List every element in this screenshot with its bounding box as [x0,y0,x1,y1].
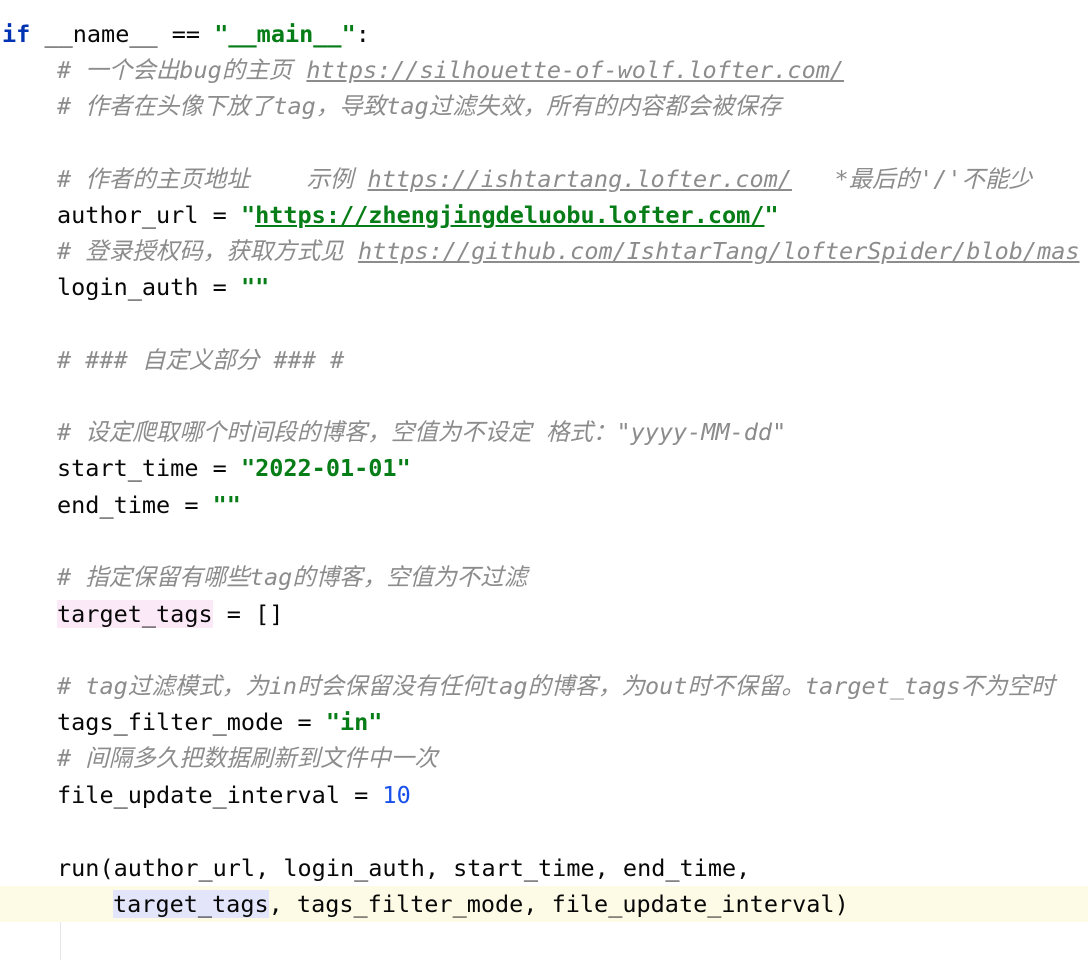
variable-tags-filter-mode: tags_filter_mode [57,708,284,736]
code-line-12[interactable]: # 设定爬取哪个时间段的博客，空值为不设定 格式："yyyy-MM-dd" [0,414,786,450]
operator-assign: = [198,454,241,482]
code-line-19[interactable]: # tag过滤模式，为in时会保留没有任何tag的博客，为out时不保留。tar… [0,668,1055,704]
quote: " [341,20,356,48]
variable-login-auth: login_auth [57,273,199,301]
comment: # 设定爬取哪个时间段的博客，空值为不设定 格式："yyyy-MM-dd" [57,418,787,446]
variable-author-url: author_url [57,201,199,229]
list-value: [] [255,600,284,628]
code-line-14[interactable]: end_time = "" [0,487,241,523]
string-value: "in" [325,708,383,736]
code-editor[interactable]: if __name__ == "__main__": # 一个会出bug的主页 … [0,0,1088,978]
number-value: 10 [382,781,411,809]
code-line-2[interactable]: # 一个会出bug的主页 https://silhouette-of-wolf.… [0,52,844,88]
code-line-25-current[interactable]: target_tags, tags_filter_mode, file_upda… [0,886,1088,922]
run-call: run(author_url, login_auth, start_time, … [57,854,751,882]
code-line-8[interactable]: login_auth = "" [0,269,269,305]
comment: # 登录授权码，获取方式见 [57,237,358,265]
comment-link[interactable]: https://ishtartang.lofter.com/ [368,165,792,193]
comment: # tag过滤模式，为in时会保留没有任何tag的博客，为out时不保留。tar… [57,672,1055,700]
string-value: "" [240,273,270,301]
code-line-22[interactable]: file_update_interval = 10 [0,777,411,813]
quote: " [764,201,779,229]
variable-file-update-interval: file_update_interval [57,781,340,809]
comment-link[interactable]: https://silhouette-of-wolf.lofter.com/ [306,56,844,84]
code-line-7[interactable]: # 登录授权码，获取方式见 https://github.com/IshtarT… [0,233,1080,269]
string-value: "2022-01-01" [240,454,411,482]
variable-end-time: end_time [57,491,171,519]
operator-assign: = [339,781,383,809]
operator-assign: = [283,708,326,736]
comment: # 间隔多久把数据刷新到文件中一次 [57,744,438,772]
comment: # 作者的主页地址 示例 [57,165,368,193]
dunder-name: __name__ [44,20,158,48]
quote: " [214,20,229,48]
code-line-16[interactable]: # 指定保留有哪些tag的博客，空值为不过滤 [0,559,527,595]
colon: : [355,20,370,48]
code-line-3[interactable]: # 作者在头像下放了tag，导致tag过滤失效，所有的内容都会被保存 [0,88,781,124]
comment-link[interactable]: https://github.com/IshtarTang/lofterSpid… [358,237,1080,265]
comment: # 一个会出bug的主页 [57,56,307,84]
operator-eq: == [157,20,215,48]
comment: # ### 自定义部分 ### # [57,346,345,374]
code-line-6[interactable]: author_url = "https://zhengjingdeluobu.l… [0,197,779,233]
comment: # 指定保留有哪些tag的博客，空值为不过滤 [57,563,528,591]
code-line-13[interactable]: start_time = "2022-01-01" [0,450,411,486]
operator-assign: = [198,201,241,229]
string-link[interactable]: https://zhengjingdeluobu.lofter.com/ [255,201,764,229]
operator-assign: = [198,273,241,301]
code-line-24[interactable]: run(author_url, login_auth, start_time, … [0,850,750,886]
run-args: , tags_filter_mode, file_update_interval… [268,890,849,918]
code-line-17[interactable]: target_tags = [] [0,596,283,632]
operator-assign: = [170,491,213,519]
string-main: __main__ [228,20,342,48]
variable-target-tags-ref: target_tags [113,890,269,918]
code-line-10[interactable]: # ### 自定义部分 ### # [0,342,344,378]
code-line-21[interactable]: # 间隔多久把数据刷新到文件中一次 [0,740,438,776]
variable-start-time: start_time [57,454,199,482]
keyword-if: if [2,20,31,48]
string-value: "" [212,491,241,519]
code-line-5[interactable]: # 作者的主页地址 示例 https://ishtartang.lofter.c… [0,161,1032,197]
operator-assign: = [212,600,256,628]
comment-tail: *最后的'/'不能少 [792,165,1033,193]
variable-target-tags: target_tags [57,600,213,628]
code-line-20[interactable]: tags_filter_mode = "in" [0,704,382,740]
quote: " [240,201,256,229]
code-line-1[interactable]: if __name__ == "__main__": [0,16,370,52]
comment: # 作者在头像下放了tag，导致tag过滤失效，所有的内容都会被保存 [57,92,782,120]
